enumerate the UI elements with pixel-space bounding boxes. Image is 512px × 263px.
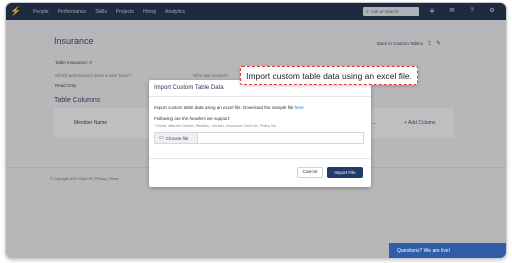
import-file-label: Import File — [334, 170, 356, 175]
folder-icon: ▭ — [159, 135, 164, 141]
chat-label: Questions? We are live! — [397, 247, 450, 254]
app-window: ⚡ People Performance Skills Projects Hir… — [6, 3, 506, 258]
import-modal: Import Custom Table Data Import custom t… — [149, 80, 371, 187]
cancel-button[interactable]: Cancel — [297, 167, 323, 178]
chat-widget[interactable]: Questions? We are live! — [389, 243, 506, 258]
modal-title: Import Custom Table Data — [154, 85, 224, 91]
modal-description-text: Import custom table data using an excel … — [154, 105, 294, 110]
tooltip-callout: Import custom table data using an excel … — [240, 66, 418, 85]
import-file-button[interactable]: Import File — [327, 167, 363, 178]
supported-fields: * Email, Member Name, Relation, Gender, … — [154, 124, 276, 128]
choose-file-label: Choose file — [165, 135, 189, 141]
modal-description: Import custom table data using an excel … — [154, 105, 304, 110]
sample-file-link[interactable]: here — [295, 105, 304, 110]
callout-text: Import custom table data using an excel … — [246, 70, 412, 81]
modal-footer-divider — [149, 158, 371, 159]
file-input[interactable]: ▭ Choose file — [154, 132, 364, 144]
choose-file-button[interactable]: ▭ Choose file — [155, 133, 198, 143]
headers-note: Following are the headers we support: — [154, 116, 231, 121]
